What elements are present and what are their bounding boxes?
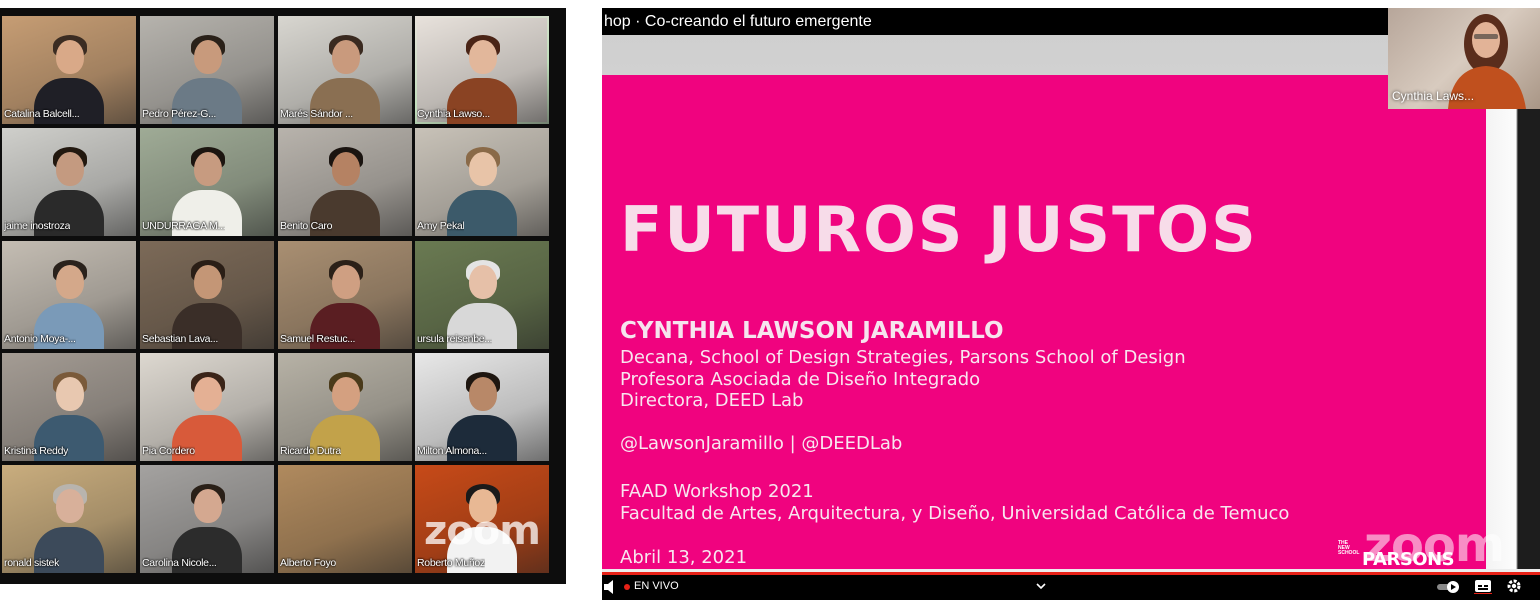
slide-social-handles: @LawsonJaramillo | @DEEDLab bbox=[620, 433, 903, 454]
slide-speaker-name: CYNTHIA LAWSON JARAMILLO bbox=[620, 318, 1004, 344]
participant-name: UNDURRAGA M... bbox=[142, 220, 226, 232]
live-indicator-icon bbox=[624, 584, 630, 590]
slide-role-1: Decana, School of Design Strategies, Par… bbox=[620, 347, 1186, 368]
participant-name: Ricardo Dutra bbox=[280, 445, 341, 457]
chevron-down-icon[interactable] bbox=[1036, 583, 1046, 590]
participant-name: ronald sistek bbox=[4, 557, 60, 569]
slide-date: Abril 13, 2021 bbox=[620, 547, 748, 568]
participant-name: Kristina Reddy bbox=[4, 445, 69, 457]
participant-name: Catalina Balcell... bbox=[4, 108, 80, 120]
slide-role-3: Directora, DEED Lab bbox=[620, 390, 804, 411]
presentation-area: FUTUROS JUSTOS CYNTHIA LAWSON JARAMILLO … bbox=[602, 35, 1540, 573]
slide-event: FAAD Workshop 2021 bbox=[620, 481, 814, 502]
participant-tile[interactable]: Alberto Foyo bbox=[278, 465, 412, 573]
participant-name: Amy Pekal bbox=[417, 220, 465, 232]
participant-tile[interactable]: Benito Caro bbox=[278, 128, 412, 236]
participant-name: Cynthia Lawso... bbox=[417, 108, 490, 120]
participant-name: ursula reisenbe... bbox=[417, 333, 493, 345]
participant-name: Milton Almona... bbox=[417, 445, 487, 457]
zoom-watermark: zoom bbox=[1364, 517, 1505, 573]
speaker-video-thumbnail: Cynthia Laws... bbox=[1388, 8, 1540, 109]
participant-tile[interactable]: Milton Almona... bbox=[415, 353, 549, 461]
participant-tile[interactable]: Marés Sándor ... bbox=[278, 16, 412, 124]
participant-name: Roberto Muñoz bbox=[417, 557, 485, 569]
participant-tile[interactable]: Pedro Pérez-G... bbox=[140, 16, 274, 124]
speaker-name-label: Cynthia Laws... bbox=[1392, 89, 1475, 103]
participant-tile[interactable]: Samuel Restuc... bbox=[278, 241, 412, 349]
captions-icon[interactable] bbox=[1474, 579, 1492, 594]
participant-tile[interactable]: Catalina Balcell... bbox=[2, 16, 136, 124]
participant-name: Sebastian Lava... bbox=[142, 333, 219, 345]
video-player[interactable]: hop · Co-creando el futuro emergente FUT… bbox=[602, 8, 1540, 600]
participant-tile[interactable]: UNDURRAGA M... bbox=[140, 128, 274, 236]
participant-name: Pedro Pérez-G... bbox=[142, 108, 216, 120]
participant-tile[interactable]: Ricardo Dutra bbox=[278, 353, 412, 461]
zoom-watermark: zoom bbox=[424, 508, 541, 554]
slide-heading: FUTUROS JUSTOS bbox=[620, 193, 1258, 266]
participant-tile[interactable]: ronald sistek bbox=[2, 465, 136, 573]
progress-bar[interactable] bbox=[602, 572, 1540, 575]
logo-word: SCHOOL bbox=[1338, 550, 1360, 556]
participant-tile[interactable]: Amy Pekal bbox=[415, 128, 549, 236]
participant-tile[interactable]: Kristina Reddy bbox=[2, 353, 136, 461]
autoplay-toggle-icon[interactable] bbox=[1436, 580, 1462, 594]
participant-name: Samuel Restuc... bbox=[280, 333, 356, 345]
volume-icon[interactable] bbox=[604, 579, 616, 595]
participant-name: Pia Cordero bbox=[142, 445, 195, 457]
participant-tile[interactable]: Carolina Nicole... bbox=[140, 465, 274, 573]
participant-tile[interactable]: Antonio Moya-... bbox=[2, 241, 136, 349]
participant-name: Carolina Nicole... bbox=[142, 557, 217, 569]
slide-faculty: Facultad de Artes, Arquitectura, y Diseñ… bbox=[620, 503, 1290, 524]
slide-role-2: Profesora Asociada de Diseño Integrado bbox=[620, 369, 981, 390]
participant-tile[interactable]: ursula reisenbe... bbox=[415, 241, 549, 349]
presentation-slide: FUTUROS JUSTOS CYNTHIA LAWSON JARAMILLO … bbox=[602, 75, 1486, 570]
participant-name: Alberto Foyo bbox=[280, 557, 336, 569]
participant-name: Marés Sándor ... bbox=[280, 108, 353, 120]
participant-tile[interactable]: Cynthia Lawso... bbox=[415, 16, 549, 124]
slide-edge bbox=[1486, 75, 1540, 569]
gear-icon[interactable] bbox=[1506, 578, 1522, 594]
player-controls: EN VIVO bbox=[602, 572, 1540, 600]
new-school-logo: THE NEW SCHOOL bbox=[1338, 541, 1359, 556]
live-label[interactable]: EN VIVO bbox=[634, 580, 679, 592]
participant-tile[interactable]: Pia Cordero bbox=[140, 353, 274, 461]
participant-name: Benito Caro bbox=[280, 220, 333, 232]
participant-name: jaime inostroza bbox=[4, 220, 71, 232]
participant-tile[interactable]: jaime inostroza bbox=[2, 128, 136, 236]
zoom-gallery-view: Catalina Balcell... Pedro Pérez-G... Marés… bbox=[0, 8, 566, 584]
participant-tile[interactable]: Sebastian Lava... bbox=[140, 241, 274, 349]
video-title: hop · Co-creando el futuro emergente bbox=[604, 13, 872, 30]
participant-name: Antonio Moya-... bbox=[4, 333, 76, 345]
